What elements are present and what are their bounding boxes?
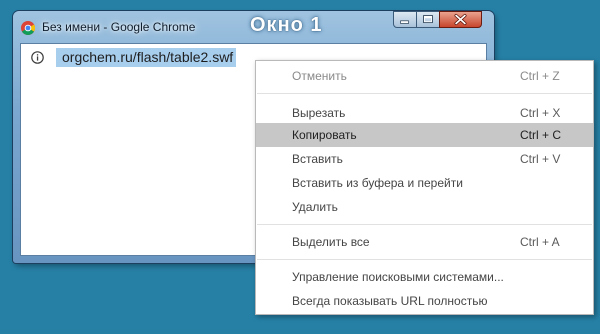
menu-item-cut[interactable]: Вырезать Ctrl + X — [256, 101, 593, 125]
menu-separator — [257, 259, 592, 260]
menu-item-undo[interactable]: Отменить Ctrl + Z — [256, 64, 593, 88]
url-text[interactable]: orgchem.ru/flash/table2.swf — [56, 48, 237, 67]
menu-item-delete[interactable]: Удалить — [256, 195, 593, 219]
menu-item-label: Отменить — [292, 69, 347, 83]
close-icon — [454, 13, 467, 26]
menu-item-always-show-full-url[interactable]: Всегда показывать URL полностью — [256, 289, 593, 313]
menu-item-label: Вставить — [292, 152, 343, 166]
title-bar[interactable]: Без имени - Google Chrome Окно 1 — [13, 11, 494, 44]
menu-item-label: Копировать — [292, 128, 357, 142]
menu-item-shortcut: Ctrl + V — [520, 152, 561, 166]
chrome-logo-icon — [21, 21, 35, 35]
menu-item-shortcut: Ctrl + X — [520, 106, 561, 120]
menu-item-label: Управление поисковыми системами... — [292, 270, 504, 284]
maximize-icon — [423, 15, 433, 24]
menu-item-paste-and-go[interactable]: Вставить из буфера и перейти — [256, 171, 593, 195]
menu-item-label: Выделить все — [292, 235, 370, 249]
menu-item-paste[interactable]: Вставить Ctrl + V — [256, 147, 593, 171]
menu-item-select-all[interactable]: Выделить все Ctrl + A — [256, 230, 593, 254]
context-menu: Отменить Ctrl + Z Вырезать Ctrl + X Копи… — [255, 60, 594, 315]
minimize-icon — [400, 20, 409, 24]
window-label: Окно 1 — [250, 14, 323, 36]
minimize-button[interactable] — [393, 11, 417, 28]
menu-item-shortcut: Ctrl + A — [520, 235, 560, 249]
menu-item-label: Всегда показывать URL полностью — [292, 294, 488, 308]
menu-item-label: Вставить из буфера и перейти — [292, 176, 463, 190]
window-title: Без имени - Google Chrome — [42, 20, 196, 34]
menu-item-shortcut: Ctrl + Z — [520, 69, 560, 83]
close-button[interactable] — [439, 11, 482, 28]
menu-separator — [257, 93, 592, 94]
menu-item-copy[interactable]: Копировать Ctrl + C — [256, 123, 593, 147]
menu-item-shortcut: Ctrl + C — [520, 128, 562, 142]
menu-separator — [257, 224, 592, 225]
menu-item-label: Вырезать — [292, 106, 346, 120]
menu-item-label: Удалить — [292, 200, 338, 214]
info-icon[interactable] — [31, 51, 44, 64]
menu-item-manage-search-engines[interactable]: Управление поисковыми системами... — [256, 265, 593, 289]
maximize-button[interactable] — [416, 11, 440, 28]
